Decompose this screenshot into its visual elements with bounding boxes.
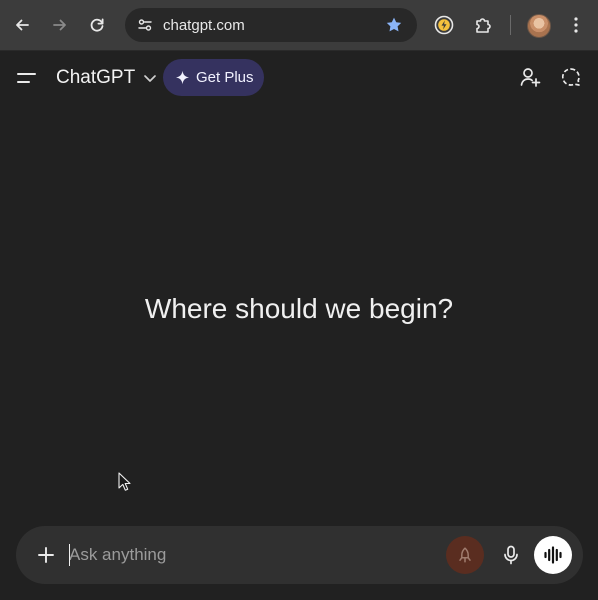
forward-button[interactable] bbox=[47, 12, 73, 38]
site-info-button[interactable] bbox=[133, 13, 157, 37]
kebab-menu-icon bbox=[574, 17, 578, 33]
message-composer bbox=[16, 526, 583, 584]
chevron-down-icon bbox=[144, 75, 157, 82]
add-person-icon bbox=[520, 68, 541, 87]
address-bar[interactable]: chatgpt.com bbox=[125, 8, 417, 42]
text-caret bbox=[69, 544, 70, 566]
arrow-right-icon bbox=[53, 19, 66, 31]
share-button[interactable] bbox=[517, 64, 543, 90]
dictate-button[interactable] bbox=[499, 543, 523, 567]
reload-button[interactable] bbox=[84, 12, 110, 38]
tune-icon bbox=[138, 19, 152, 31]
voice-mode-button[interactable] bbox=[534, 536, 572, 574]
app-header: ChatGPT Get Plus bbox=[0, 51, 598, 107]
get-plus-button[interactable]: Get Plus bbox=[163, 59, 264, 96]
mouse-cursor-icon bbox=[118, 472, 131, 491]
sparkle-icon bbox=[176, 70, 189, 85]
back-button[interactable] bbox=[9, 12, 35, 38]
reload-icon bbox=[90, 18, 104, 32]
dashed-chat-bubble-icon bbox=[561, 68, 580, 86]
arrow-left-icon bbox=[16, 19, 29, 31]
toolbar-divider bbox=[510, 15, 511, 35]
bookmark-star-icon[interactable] bbox=[385, 16, 403, 34]
research-tool-button[interactable] bbox=[446, 536, 484, 574]
prompt-input[interactable] bbox=[69, 545, 439, 565]
browser-menu-button[interactable] bbox=[567, 13, 585, 37]
sidebar-toggle-button[interactable] bbox=[14, 65, 40, 91]
model-picker[interactable]: ChatGPT bbox=[56, 65, 157, 91]
browser-toolbar: chatgpt.com bbox=[0, 0, 598, 51]
waveform-icon bbox=[544, 546, 562, 564]
add-attachment-button[interactable] bbox=[34, 543, 58, 567]
sidebar-menu-icon bbox=[17, 73, 36, 83]
profile-avatar[interactable] bbox=[527, 14, 551, 38]
puzzle-icon bbox=[476, 18, 491, 33]
welcome-heading: Where should we begin? bbox=[144, 293, 454, 324]
get-plus-label: Get Plus bbox=[196, 69, 254, 86]
model-name: ChatGPT bbox=[56, 67, 136, 88]
plus-icon bbox=[38, 547, 54, 563]
url-text[interactable]: chatgpt.com bbox=[163, 17, 245, 34]
microphone-icon bbox=[504, 545, 518, 565]
telescope-icon bbox=[459, 547, 471, 563]
lightning-extension-icon bbox=[434, 15, 454, 35]
extension-button[interactable] bbox=[432, 13, 456, 37]
temporary-chat-button[interactable] bbox=[558, 64, 584, 90]
extensions-menu-button[interactable] bbox=[471, 13, 495, 37]
